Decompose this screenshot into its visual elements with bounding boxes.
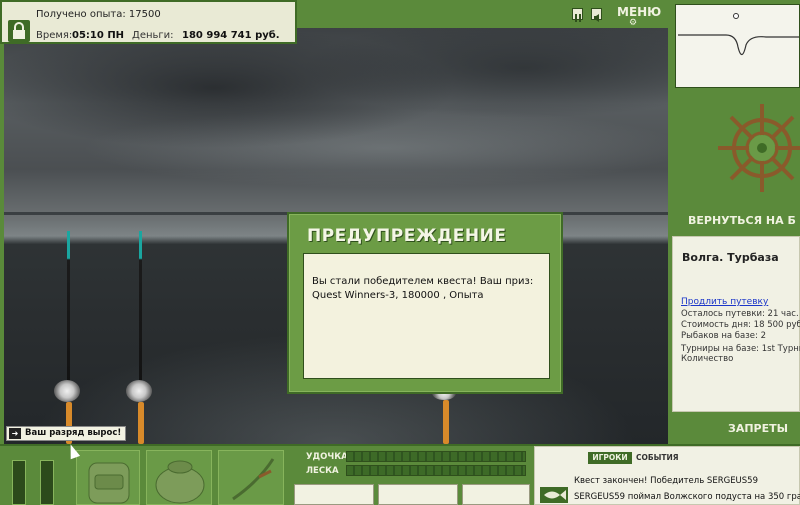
player-info-panel: Получено опыта: 17500 Время: 05:10 ПН Де… (0, 0, 297, 44)
menu-button[interactable]: МЕНЮ ⚙ (617, 5, 662, 28)
rod-label: УДОЧКА (306, 452, 348, 462)
location-panel: Волга. Турбаза Продлить путевку Осталось… (672, 236, 800, 412)
depth-map[interactable] (675, 4, 800, 88)
backpack-slot[interactable] (76, 450, 140, 505)
return-to-base-button[interactable]: ВЕРНУТЬСЯ НА Б (688, 214, 796, 227)
bait-slot[interactable] (218, 450, 284, 505)
tab-players[interactable]: ИГРОКИ (588, 452, 632, 464)
line-tension-bar (346, 465, 526, 476)
rod-tension-bar (346, 451, 526, 462)
lock-icon[interactable] (8, 20, 30, 42)
bag-slot[interactable] (146, 450, 212, 505)
rod-handle-3 (443, 400, 449, 444)
chat-message: Квест закончен! Победитель SERGEUS59 (574, 476, 758, 486)
quantity-label: Количество (681, 354, 734, 364)
reel-2[interactable] (126, 380, 152, 402)
rank-up-text: Ваш разряд вырос! (25, 428, 122, 438)
money-label: Деньги: (132, 30, 174, 41)
fishing-rod-2[interactable] (139, 231, 142, 401)
bait-equipment-slot[interactable] (462, 484, 530, 505)
rod-handle-2 (138, 402, 144, 444)
dialog-message-line-2: Quest Winners-3, 180000 , Опыта (312, 290, 484, 301)
trip-remaining: Осталось путевки: 21 час. (681, 309, 799, 319)
tab-events[interactable]: СОБЫТИЯ (636, 452, 679, 464)
top-bar: МЕНЮ ⚙ (297, 0, 668, 28)
dialog-message-line-1: Вы стали победителем квеста! Ваш приз: (312, 276, 534, 287)
rank-up-notification[interactable]: ➜ Ваш разряд вырос! (6, 426, 126, 441)
power-gauge-2 (40, 460, 54, 505)
ship-wheel-icon[interactable] (718, 98, 800, 212)
dialog-title: ПРЕДУПРЕЖДЕНИЕ (307, 226, 507, 246)
chat-message: SERGEUS59 поймал Волжского подуста на 35… (574, 492, 800, 502)
backpack-icon (88, 462, 130, 504)
line-label: ЛЕСКА (306, 466, 339, 476)
feather-icon (232, 458, 275, 501)
bag-icon (155, 460, 205, 504)
depth-curve (678, 13, 799, 56)
fishing-rod-1[interactable] (67, 231, 70, 401)
anglers-count: Рыбаков на базе: 2 (681, 331, 766, 341)
power-gauge-1 (12, 460, 26, 505)
warning-dialog[interactable]: ПРЕДУПРЕЖДЕНИЕ Вы стали победителем квес… (287, 212, 563, 394)
tournaments: Турниры на базе: 1st Турнир (681, 344, 800, 354)
menu-label: МЕНЮ (617, 5, 662, 19)
reel-equipment-slot[interactable] (378, 484, 458, 505)
storm-clouds (4, 28, 668, 218)
fish-icon (540, 487, 568, 503)
game-screen: Получено опыта: 17500 Время: 05:10 ПН Де… (0, 0, 800, 505)
time-label: Время: (36, 30, 73, 41)
dialog-message-box: Вы стали победителем квеста! Ваш приз: Q… (303, 253, 550, 379)
time-value: 05:10 ПН (72, 30, 125, 41)
extend-trip-link[interactable]: Продлить путевку (681, 297, 768, 307)
location-title: Волга. Турбаза (682, 251, 779, 264)
day-cost: Стоимость дня: 18 500 руб. (681, 320, 800, 330)
gear-icon: ⚙ (629, 18, 638, 28)
pause-icon[interactable] (572, 8, 583, 22)
sound-icon[interactable] (591, 8, 602, 22)
rod-equipment-slot[interactable] (294, 484, 374, 505)
arrow-right-icon: ➜ (9, 428, 21, 439)
reel-1[interactable] (54, 380, 80, 402)
bans-button[interactable]: ЗАПРЕТЫ (728, 422, 788, 435)
experience-text: Получено опыта: 17500 (36, 9, 161, 20)
money-value: 180 994 741 руб. (182, 30, 280, 41)
